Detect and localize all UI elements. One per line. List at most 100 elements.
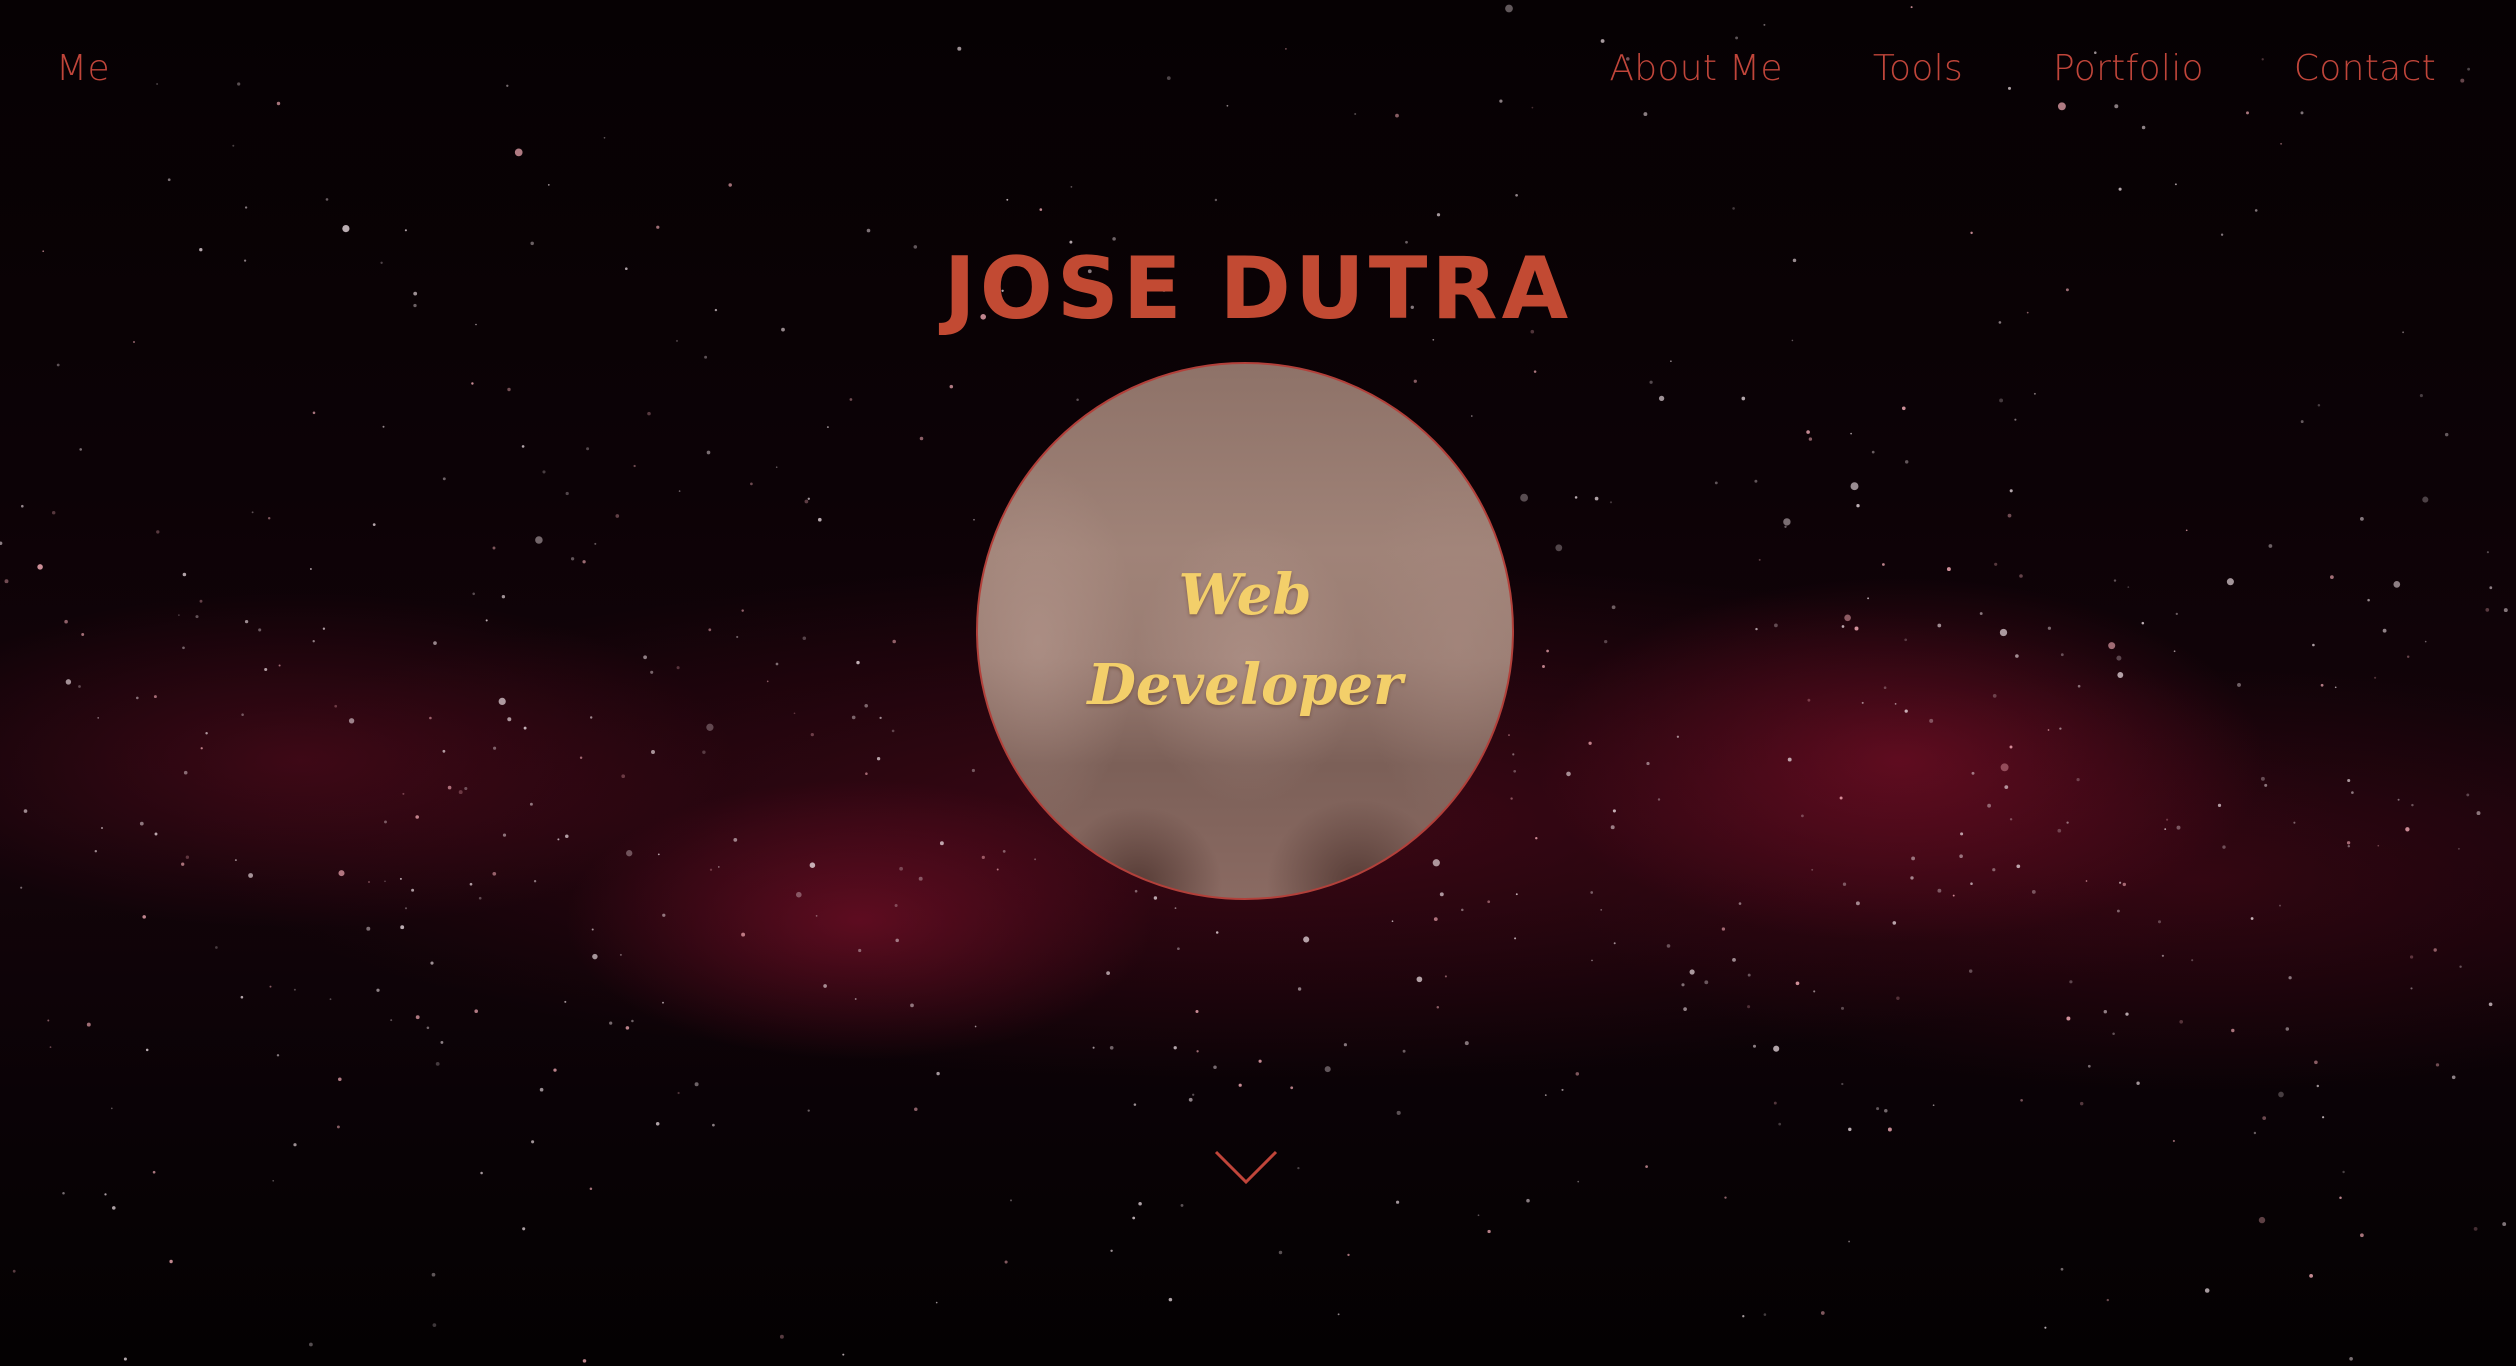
scroll-down-button[interactable] bbox=[1214, 1148, 1278, 1188]
star bbox=[1932, 1104, 1935, 1107]
star bbox=[1952, 894, 1955, 897]
star bbox=[2015, 654, 2019, 658]
star bbox=[2339, 1196, 2342, 1200]
star bbox=[626, 850, 633, 857]
star bbox=[1575, 1072, 1580, 1076]
star bbox=[110, 1107, 113, 1110]
nav-link-portfolio[interactable]: Portfolio bbox=[2053, 48, 2204, 89]
star bbox=[2312, 643, 2315, 647]
star bbox=[384, 880, 386, 883]
nav-link-tools[interactable]: Tools bbox=[1873, 48, 1963, 89]
star bbox=[1884, 1109, 1888, 1113]
star bbox=[200, 747, 203, 750]
star bbox=[1742, 1315, 1745, 1318]
star bbox=[2435, 1063, 2440, 1067]
star bbox=[1896, 996, 1900, 1000]
star bbox=[182, 646, 185, 650]
star bbox=[1520, 493, 1529, 502]
star bbox=[592, 953, 598, 960]
star bbox=[142, 915, 146, 919]
star bbox=[1666, 944, 1671, 948]
star bbox=[651, 750, 655, 754]
star bbox=[2433, 948, 2437, 952]
star bbox=[258, 628, 262, 632]
star bbox=[1910, 876, 1914, 880]
star bbox=[1464, 1041, 1469, 1046]
star bbox=[1841, 625, 1845, 628]
star bbox=[153, 695, 157, 699]
star bbox=[1609, 501, 1613, 504]
star bbox=[656, 225, 660, 229]
star bbox=[2020, 1098, 2023, 1102]
star bbox=[1526, 1198, 1530, 1203]
star bbox=[1416, 976, 1423, 983]
star bbox=[2112, 1032, 2115, 1036]
star bbox=[918, 876, 923, 881]
nav-brand-link[interactable]: Me bbox=[56, 48, 110, 89]
role-tagline: Web Developer bbox=[978, 550, 1512, 730]
star bbox=[293, 1143, 297, 1147]
star bbox=[97, 717, 100, 719]
star bbox=[404, 907, 408, 910]
star bbox=[1391, 920, 1394, 923]
star bbox=[706, 723, 714, 731]
star bbox=[426, 1026, 430, 1030]
star bbox=[1535, 837, 1538, 840]
star bbox=[312, 640, 315, 643]
star bbox=[657, 853, 660, 856]
star bbox=[609, 1021, 613, 1025]
star bbox=[1611, 605, 1616, 610]
star bbox=[1432, 859, 1440, 867]
star bbox=[1396, 1200, 1400, 1204]
star bbox=[807, 497, 810, 500]
star bbox=[589, 716, 593, 719]
star bbox=[1192, 1093, 1195, 1096]
star bbox=[20, 886, 23, 889]
star bbox=[2060, 653, 2064, 657]
star bbox=[856, 660, 860, 665]
star bbox=[879, 716, 882, 720]
star bbox=[704, 355, 708, 359]
star bbox=[366, 926, 371, 931]
star bbox=[1195, 1009, 1199, 1014]
star bbox=[2314, 1060, 2318, 1065]
star bbox=[557, 838, 560, 841]
star bbox=[2351, 791, 2354, 794]
star bbox=[553, 1068, 557, 1072]
star bbox=[1999, 628, 2008, 637]
star bbox=[2164, 828, 2167, 830]
star bbox=[1070, 185, 1073, 188]
star bbox=[12, 1269, 16, 1273]
nav-link-about-me[interactable]: About Me bbox=[1609, 48, 1783, 89]
star bbox=[248, 873, 254, 878]
star bbox=[2288, 976, 2292, 980]
star bbox=[47, 1019, 50, 1022]
star bbox=[2451, 1075, 2456, 1080]
star bbox=[1402, 1049, 1406, 1053]
star bbox=[145, 1048, 149, 1052]
star bbox=[2047, 626, 2052, 630]
star bbox=[1173, 1046, 1177, 1050]
star bbox=[338, 870, 345, 877]
star bbox=[633, 464, 636, 468]
star bbox=[1544, 1094, 1547, 1096]
star bbox=[1808, 437, 1813, 441]
star bbox=[1787, 757, 1792, 762]
star bbox=[1937, 888, 1942, 893]
star bbox=[1612, 809, 1616, 813]
star bbox=[1649, 380, 1653, 384]
star bbox=[694, 1082, 699, 1087]
star bbox=[78, 685, 81, 688]
star bbox=[1645, 1165, 1648, 1168]
star bbox=[810, 732, 814, 737]
star bbox=[809, 862, 816, 868]
star bbox=[372, 523, 376, 526]
star bbox=[2217, 803, 2222, 808]
nav-link-contact[interactable]: Contact bbox=[2294, 48, 2436, 89]
star bbox=[4, 579, 9, 584]
star bbox=[2459, 965, 2462, 968]
star bbox=[2009, 489, 2013, 493]
star bbox=[1574, 496, 1578, 499]
star bbox=[851, 715, 856, 720]
star bbox=[936, 1071, 940, 1076]
